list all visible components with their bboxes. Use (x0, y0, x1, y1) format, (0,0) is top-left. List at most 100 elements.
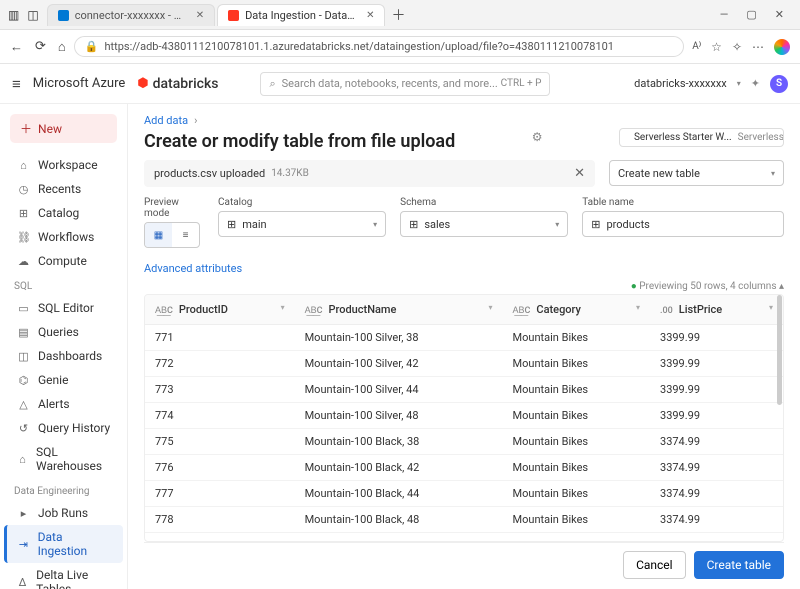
column-header[interactable]: .00ListPrice▾ (650, 295, 783, 325)
sidebar-icon: ◫ (17, 350, 30, 363)
sidebar-icon: ⌬ (17, 374, 30, 387)
favorite-icon[interactable]: ☆ (711, 40, 722, 54)
table-name-input[interactable]: ⊞ products (582, 211, 784, 237)
data-table: A͟B͟CProductID▾A͟B͟CProductName▾A͟B͟CCat… (144, 294, 784, 542)
new-tab-button[interactable]: ＋ (391, 5, 405, 25)
sidebar-item-recents[interactable]: ◷Recents (4, 177, 123, 201)
catalog-select[interactable]: ⊞ main ▾ (218, 211, 386, 237)
chevron-down-icon[interactable]: ▾ (489, 303, 493, 312)
url-text: https://adb-4380111210078101.1.azuredata… (104, 40, 614, 53)
list-view-icon[interactable]: ≡ (172, 223, 199, 247)
table-row[interactable]: 775Mountain-100 Black, 38Mountain Bikes3… (145, 429, 783, 455)
sidebar-item-workflows[interactable]: ⛓Workflows (4, 225, 123, 249)
browser-tab[interactable]: Data Ingestion - Databricks✕ (217, 4, 385, 26)
create-mode-select[interactable]: Create new table ▾ (609, 160, 784, 186)
sidebar-icon: △ (17, 398, 30, 411)
sidebar-item-sql-editor[interactable]: ▭SQL Editor (4, 296, 123, 320)
sidebar-item-compute[interactable]: ☁Compute (4, 249, 123, 273)
sidebar-item-catalog[interactable]: ⊞Catalog (4, 201, 123, 225)
plus-icon: ＋ (20, 120, 32, 137)
sidebar-icon: ⌂ (17, 453, 28, 466)
create-table-button[interactable]: Create table (694, 551, 784, 579)
new-button[interactable]: ＋ New (10, 114, 117, 143)
column-header[interactable]: A͟B͟CProductID▾ (145, 295, 295, 325)
schema-select[interactable]: ⊞ sales ▾ (400, 211, 568, 237)
table-row[interactable]: 778Mountain-100 Black, 48Mountain Bikes3… (145, 507, 783, 533)
sidebar-item-workspace[interactable]: ⌂Workspace (4, 153, 123, 177)
browser-address-bar: ← ⟳ ⌂ 🔒 https://adb-4380111210078101.1.a… (0, 30, 800, 64)
databricks-cube-icon: ⬢ (137, 76, 148, 91)
cluster-selector[interactable]: Serverless Starter W... Serverless S ▾ (619, 128, 784, 147)
window-close[interactable]: ✕ (775, 8, 784, 21)
settings-gear-icon[interactable]: ⚙ (532, 130, 543, 144)
nav-refresh[interactable]: ⟳ (35, 39, 46, 55)
browser-tab[interactable]: connector-xxxxxxx - Microsoft Az✕ (47, 4, 215, 26)
sidebar-item-sql-warehouses[interactable]: ⌂SQL Warehouses (4, 440, 123, 478)
sidebar-item-data-ingestion[interactable]: ⇥Data Ingestion (4, 525, 123, 563)
sidebar-item-delta-live-tables[interactable]: ∆Delta Live Tables (4, 563, 123, 589)
browser-menu-icon[interactable]: ▥ (8, 8, 19, 22)
main-content: Add data› Create or modify table from fi… (128, 104, 800, 589)
chevron-down-icon[interactable]: ▾ (281, 303, 285, 312)
table-row[interactable]: 779Mountain-200 Silver, 38Mountain Bikes… (145, 533, 783, 543)
sidebar-icon: ⛓ (17, 231, 30, 244)
schema-icon: ⊞ (409, 218, 418, 231)
sidebar-icon: ▤ (17, 326, 30, 339)
chevron-down-icon[interactable]: ▾ (636, 303, 640, 312)
window-maximize[interactable]: ▢ (746, 8, 756, 21)
table-row[interactable]: 772Mountain-100 Silver, 42Mountain Bikes… (145, 351, 783, 377)
browser-pane-icon[interactable]: ◫ (27, 8, 38, 22)
avatar[interactable]: S (770, 75, 788, 93)
chevron-down-icon: ▾ (373, 220, 377, 229)
tab-favicon (58, 10, 69, 21)
sidebar-item-alerts[interactable]: △Alerts (4, 392, 123, 416)
page-title: Create or modify table from file upload (144, 131, 455, 152)
sidebar-icon: ⊞ (17, 207, 30, 220)
scrollbar-thumb[interactable] (777, 295, 782, 405)
sidebar-item-query-history[interactable]: ↺Query History (4, 416, 123, 440)
ms-azure-label: Microsoft Azure (33, 76, 125, 91)
table-row[interactable]: 776Mountain-100 Black, 42Mountain Bikes3… (145, 455, 783, 481)
table-row[interactable]: 773Mountain-100 Silver, 44Mountain Bikes… (145, 377, 783, 403)
table-row[interactable]: 777Mountain-100 Black, 44Mountain Bikes3… (145, 481, 783, 507)
sidebar-section-header: SQL (4, 273, 123, 296)
copilot-icon[interactable] (774, 39, 790, 55)
advanced-attributes-link[interactable]: Advanced attributes (144, 262, 784, 275)
read-aloud-icon[interactable]: A⁾ (692, 41, 701, 52)
chevron-down-icon: ▾ (555, 220, 559, 229)
sidebar-item-genie[interactable]: ⌬Genie (4, 368, 123, 392)
sidebar-item-queries[interactable]: ▤Queries (4, 320, 123, 344)
breadcrumb[interactable]: Add data› (144, 114, 455, 127)
sidebar-icon: ⌂ (17, 159, 30, 172)
databricks-logo[interactable]: ⬢ databricks (137, 76, 218, 92)
sidebar-item-dashboards[interactable]: ◫Dashboards (4, 344, 123, 368)
column-header[interactable]: A͟B͟CProductName▾ (295, 295, 503, 325)
chevron-down-icon[interactable]: ▾ (737, 79, 741, 88)
table-row[interactable]: 774Mountain-100 Silver, 48Mountain Bikes… (145, 403, 783, 429)
workspace-name[interactable]: databricks-xxxxxxx (634, 77, 727, 90)
chevron-down-icon: ▾ (771, 169, 775, 178)
cancel-button[interactable]: Cancel (623, 551, 686, 579)
type-icon: .00 (660, 306, 673, 316)
remove-file-icon[interactable]: ✕ (574, 166, 585, 181)
collections-icon[interactable]: ✧ (732, 40, 742, 54)
url-input[interactable]: 🔒 https://adb-4380111210078101.1.azureda… (74, 36, 684, 57)
more-icon[interactable]: ⋯ (752, 40, 764, 54)
table-row[interactable]: 771Mountain-100 Silver, 38Mountain Bikes… (145, 325, 783, 351)
assistant-icon[interactable]: ✦ (751, 77, 760, 90)
nav-home[interactable]: ⌂ (58, 39, 66, 55)
nav-back[interactable]: ← (10, 39, 23, 55)
close-icon[interactable]: ✕ (366, 10, 374, 21)
preview-mode-toggle[interactable]: ▦ ≡ (144, 222, 200, 248)
sidebar-icon: ▭ (17, 302, 30, 315)
app-bar: ≡ Microsoft Azure ⬢ databricks ⌕ Search … (0, 64, 800, 104)
hamburger-icon[interactable]: ≡ (12, 75, 21, 93)
grid-view-icon[interactable]: ▦ (145, 223, 172, 247)
window-minimize[interactable]: — (720, 8, 729, 21)
column-header[interactable]: A͟B͟CCategory▾ (503, 295, 651, 325)
sidebar-item-job-runs[interactable]: ▸Job Runs (4, 501, 123, 525)
browser-titlebar: ▥ ◫ connector-xxxxxxx - Microsoft Az✕Dat… (0, 0, 800, 30)
close-icon[interactable]: ✕ (196, 10, 204, 21)
chevron-down-icon[interactable]: ▾ (769, 303, 773, 312)
search-input[interactable]: ⌕ Search data, notebooks, recents, and m… (260, 72, 550, 96)
